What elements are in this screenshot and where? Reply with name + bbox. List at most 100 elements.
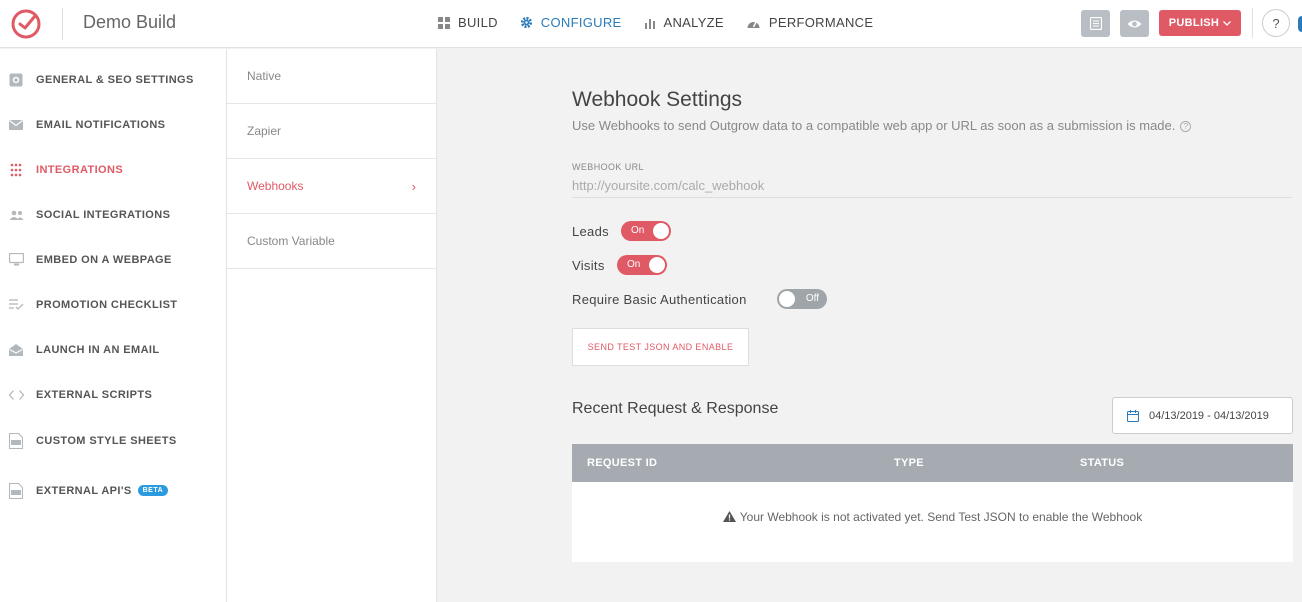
- subnav-item-custom-variable[interactable]: Custom Variable: [227, 214, 436, 269]
- sidebar-item-label: EXTERNAL API'S BETA: [36, 484, 169, 497]
- grid-icon: [438, 16, 450, 29]
- main-nav: BUILD CONFIGURE ANALYZE PERFORMANCE: [438, 15, 873, 30]
- toggle-knob: [649, 257, 665, 273]
- subnav-item-label: Custom Variable: [247, 234, 335, 248]
- sidebar-item-embed-webpage[interactable]: EMBED ON A WEBPAGE: [0, 237, 227, 282]
- toggle-state-label: On: [627, 259, 641, 270]
- sidebar-item-label: EXTERNAL SCRIPTS: [36, 388, 153, 401]
- send-test-json-button[interactable]: SEND TEST JSON AND ENABLE: [572, 328, 749, 366]
- toggle-state-label: On: [631, 225, 645, 236]
- basic-auth-toggle[interactable]: Off: [777, 289, 827, 309]
- toggle-knob: [779, 291, 795, 307]
- date-range-picker[interactable]: 04/13/2019 - 04/13/2019: [1112, 397, 1293, 434]
- column-header-status: STATUS: [1080, 457, 1125, 469]
- sidebar-item-label: PROMOTION CHECKLIST: [36, 298, 178, 311]
- settings-box-icon: [8, 72, 24, 88]
- outgrow-logo-icon[interactable]: [10, 8, 42, 40]
- bar-chart-icon: [644, 18, 655, 29]
- settings-sidebar: GENERAL & SEO SETTINGS EMAIL NOTIFICATIO…: [0, 49, 227, 602]
- subnav-item-native[interactable]: Native: [227, 49, 436, 104]
- nav-configure-label: CONFIGURE: [540, 15, 622, 30]
- sidebar-item-label: EMAIL NOTIFICATIONS: [36, 118, 166, 131]
- warning-icon: [722, 511, 736, 522]
- subnav-item-webhooks[interactable]: Webhooks ›: [227, 159, 436, 214]
- nav-configure[interactable]: CONFIGURE: [520, 15, 622, 30]
- chevron-down-icon: [1223, 20, 1232, 26]
- integrations-subnav: Native Zapier Webhooks › Custom Variable: [227, 49, 437, 602]
- leads-label: Leads: [572, 224, 609, 239]
- info-icon[interactable]: ?: [1180, 121, 1192, 132]
- nav-analyze[interactable]: ANALYZE: [644, 15, 724, 30]
- description-text: Use Webhooks to send Outgrow data to a c…: [572, 118, 1176, 133]
- eye-icon: [1127, 20, 1142, 27]
- nav-performance[interactable]: PERFORMANCE: [746, 15, 873, 30]
- sidebar-item-label: INTEGRATIONS: [36, 163, 124, 176]
- nav-performance-label: PERFORMANCE: [768, 15, 874, 30]
- css-file-icon: [8, 432, 24, 449]
- sidebar-item-label: LAUNCH IN AN EMAIL: [36, 343, 160, 356]
- nav-build[interactable]: BUILD: [438, 15, 498, 30]
- leads-toggle[interactable]: On: [621, 221, 671, 241]
- chevron-right-icon: ›: [411, 179, 416, 194]
- logo-divider: [62, 8, 63, 40]
- subnav-item-label: Webhooks: [247, 179, 304, 193]
- sidebar-item-label: GENERAL & SEO SETTINGS: [36, 73, 194, 86]
- request-table-header: REQUEST ID TYPE STATUS: [572, 444, 1293, 482]
- recent-section-title: Recent Request & Response: [572, 400, 779, 417]
- beta-badge: BETA: [137, 485, 169, 497]
- date-range-value: 04/13/2019 - 04/13/2019: [1149, 409, 1269, 422]
- people-icon: [8, 207, 24, 223]
- request-table-body: Your Webhook is not activated yet. Send …: [572, 482, 1293, 562]
- visits-toggle[interactable]: On: [617, 255, 667, 275]
- empty-state-text: Your Webhook is not activated yet. Send …: [739, 510, 1143, 524]
- monitor-icon: [8, 252, 24, 268]
- empty-state-message: Your Webhook is not activated yet. Send …: [572, 510, 1293, 524]
- app-title: Demo Build: [83, 12, 177, 32]
- sidebar-item-label: SOCIAL INTEGRATIONS: [36, 208, 171, 221]
- webhook-url-label: WEBHOOK URL: [572, 162, 644, 172]
- help-button[interactable]: ?: [1262, 9, 1290, 37]
- sidebar-item-label: EMBED ON A WEBPAGE: [36, 253, 172, 266]
- sidebar-item-external-scripts[interactable]: EXTERNAL SCRIPTS: [0, 372, 227, 417]
- sidebar-item-label: CUSTOM STYLE SHEETS: [36, 434, 177, 447]
- envelope-icon: [8, 117, 24, 133]
- sidebar-item-external-apis[interactable]: EXTERNAL API'S BETA: [0, 468, 227, 513]
- toolbar-divider: [1252, 8, 1253, 38]
- subnav-item-label: Native: [247, 69, 282, 83]
- visits-label: Visits: [572, 258, 605, 273]
- speedometer-icon: [747, 21, 760, 28]
- column-header-type: TYPE: [894, 457, 924, 469]
- subnav-item-label: Zapier: [247, 124, 282, 138]
- open-envelope-icon: [8, 342, 24, 358]
- help-label: ?: [1272, 15, 1280, 31]
- sidebar-item-integrations[interactable]: INTEGRATIONS: [0, 147, 227, 192]
- webhook-url-input[interactable]: [572, 174, 1292, 198]
- sidebar-item-launch-email[interactable]: LAUNCH IN AN EMAIL: [0, 327, 227, 372]
- dot-grid-icon: [8, 162, 24, 178]
- basic-auth-label: Require Basic Authentication: [572, 292, 747, 307]
- preview-button[interactable]: [1120, 10, 1149, 37]
- sidebar-item-social-integrations[interactable]: SOCIAL INTEGRATIONS: [0, 192, 227, 237]
- page-description: Use Webhooks to send Outgrow data to a c…: [572, 118, 1192, 133]
- edge-indicator: [1298, 16, 1302, 32]
- top-bar: Demo Build BUILD CONFIGURE ANALYZE PERFO…: [0, 0, 1302, 48]
- sidebar-item-text: EXTERNAL API'S: [36, 484, 132, 497]
- subnav-item-zapier[interactable]: Zapier: [227, 104, 436, 159]
- column-header-request-id: REQUEST ID: [587, 457, 658, 469]
- nav-build-label: BUILD: [458, 15, 498, 30]
- page-title: Webhook Settings: [572, 88, 743, 111]
- toggle-knob: [653, 223, 669, 239]
- calendar-icon: [1127, 409, 1139, 422]
- publish-button[interactable]: PUBLISH: [1159, 10, 1241, 36]
- api-file-icon: [8, 482, 24, 499]
- toggle-state-label: Off: [805, 293, 819, 304]
- preview-list-button[interactable]: [1081, 10, 1110, 37]
- sidebar-item-promotion-checklist[interactable]: PROMOTION CHECKLIST: [0, 282, 227, 327]
- nav-analyze-label: ANALYZE: [663, 15, 724, 30]
- sidebar-item-email-notifications[interactable]: EMAIL NOTIFICATIONS: [0, 102, 227, 147]
- sidebar-item-custom-style-sheets[interactable]: CUSTOM STYLE SHEETS: [0, 418, 227, 463]
- sidebar-item-general-seo[interactable]: GENERAL & SEO SETTINGS: [0, 57, 227, 102]
- document-list-icon: [1089, 17, 1102, 30]
- code-icon: [8, 387, 24, 403]
- checklist-icon: [8, 297, 24, 313]
